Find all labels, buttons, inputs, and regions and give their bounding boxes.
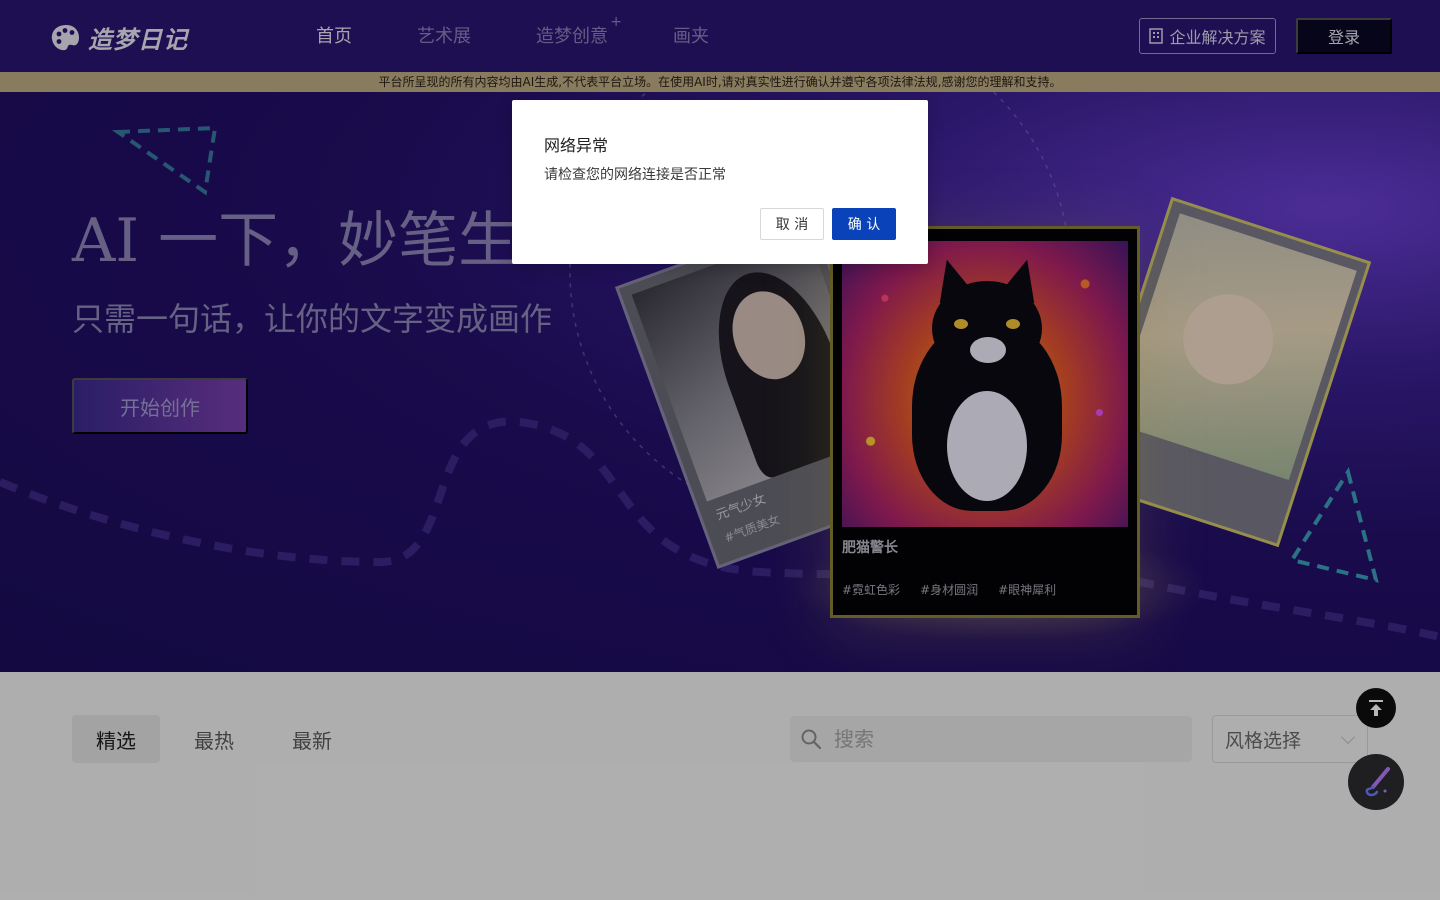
network-error-dialog: 网络异常 请检查您的网络连接是否正常 取 消 确 认 bbox=[512, 100, 928, 264]
dialog-message: 请检查您的网络连接是否正常 bbox=[544, 167, 726, 183]
cancel-button[interactable]: 取 消 bbox=[760, 208, 824, 240]
dialog-title: 网络异常 bbox=[544, 136, 609, 155]
confirm-button[interactable]: 确 认 bbox=[832, 208, 896, 240]
